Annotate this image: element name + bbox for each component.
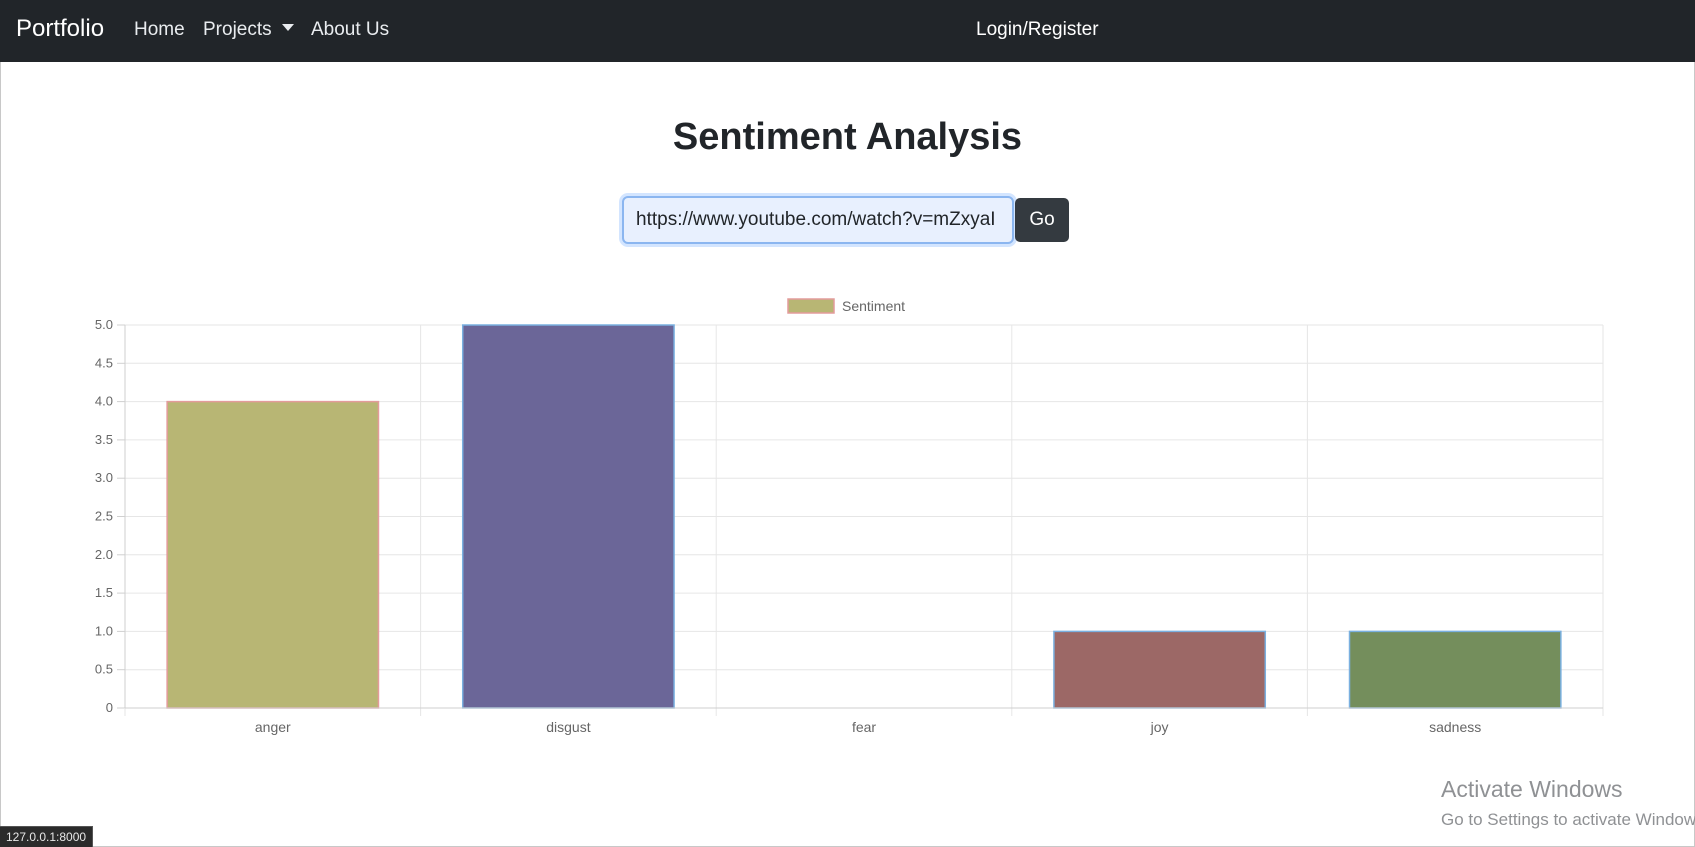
y-tick-label: 1.5 — [95, 585, 113, 600]
x-tick-label: fear — [852, 719, 876, 735]
brand-link[interactable]: Portfolio — [16, 15, 104, 43]
login-register-link[interactable]: Login/Register — [976, 19, 1099, 41]
nav-link-home[interactable]: Home — [134, 19, 185, 41]
y-tick-label: 3.0 — [95, 470, 113, 485]
nav-link-about[interactable]: About Us — [311, 19, 389, 41]
go-button[interactable]: Go — [1015, 198, 1069, 242]
y-tick-label: 0.5 — [95, 662, 113, 677]
y-tick-label: 5.0 — [95, 317, 113, 332]
sentiment-bar-chart: 0 0.5 1.0 1.5 2.0 2.5 3.0 3.5 4.0 4.5 5.0 anger disg… — [95, 298, 1604, 735]
y-tick-label: 1.0 — [95, 623, 113, 638]
nav-link-projects-label: Projects — [203, 19, 272, 40]
bar-anger — [166, 400, 380, 709]
nav-dropdown-projects[interactable]: Projects — [203, 19, 294, 41]
y-tick-label: 0 — [106, 700, 113, 715]
legend-swatch — [787, 298, 835, 314]
legend-label: Sentiment — [842, 298, 905, 314]
chart-legend[interactable]: Sentiment — [787, 298, 905, 314]
x-tick-label: disgust — [546, 719, 590, 735]
activate-windows-subtitle: Go to Settings to activate Windows. — [1441, 810, 1695, 829]
bar-sadness — [1348, 630, 1562, 709]
x-tick-label: sadness — [1429, 719, 1481, 735]
y-tick-label: 4.0 — [95, 394, 113, 409]
bar-joy — [1053, 630, 1267, 709]
y-tick-label: 2.5 — [95, 509, 113, 524]
x-tick-label: anger — [255, 719, 291, 735]
y-tick-label: 2.0 — [95, 547, 113, 562]
activate-windows-title: Activate Windows — [1441, 776, 1623, 802]
y-tick-label: 3.5 — [95, 432, 113, 447]
page-title: Sentiment Analysis — [672, 116, 1023, 158]
bar-disgust — [461, 324, 675, 709]
caret-down-icon — [281, 24, 294, 31]
url-input[interactable] — [622, 196, 1014, 244]
y-tick-label: 4.5 — [95, 355, 113, 370]
navbar: Portfolio Home Projects About Us Login/R… — [0, 0, 1695, 62]
status-bar-url: 127.0.0.1:8000 — [0, 826, 94, 847]
x-tick-label: joy — [1150, 719, 1169, 735]
